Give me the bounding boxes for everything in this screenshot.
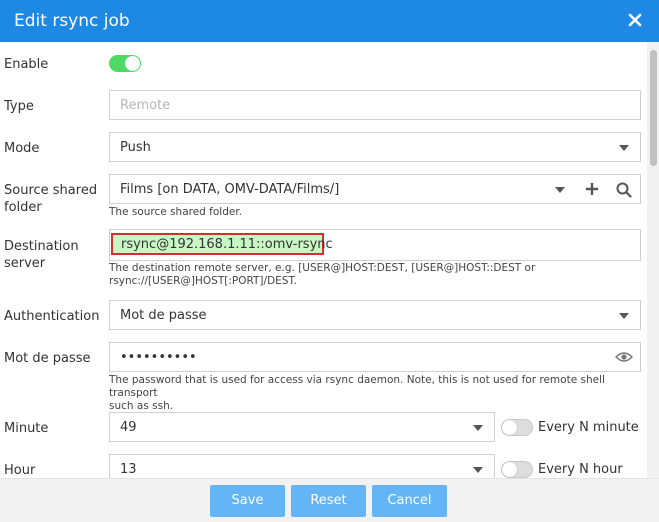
source-help: The source shared folder. xyxy=(109,206,243,218)
reset-button[interactable]: Reset xyxy=(291,485,366,517)
authentication-value: Mot de passe xyxy=(120,308,207,323)
authentication-select[interactable]: Mot de passe xyxy=(109,300,641,330)
every-n-hour-label: Every N hour xyxy=(538,462,623,477)
destination-value: rsync@192.168.1.11::omv-rsync xyxy=(121,237,333,252)
chevron-down-icon[interactable] xyxy=(619,313,629,319)
every-n-hour-toggle[interactable] xyxy=(501,461,533,478)
hour-label: Hour xyxy=(4,463,36,478)
toggle-knob xyxy=(502,462,517,477)
eye-icon[interactable] xyxy=(615,351,633,363)
destination-highlight: rsync@192.168.1.11::omv-rsync xyxy=(111,233,333,255)
enable-label: Enable xyxy=(4,57,49,72)
source-label: Source shared folder xyxy=(4,182,97,216)
dialog-footer: Save Reset Cancel xyxy=(0,478,659,522)
dialog-titlebar: Edit rsync job xyxy=(0,0,659,42)
password-input[interactable]: •••••••••• xyxy=(109,342,641,372)
source-label-line1: Source shared xyxy=(4,183,98,198)
search-icon[interactable] xyxy=(616,182,632,198)
destination-help-line2: rsync://[USER@]HOST[:PORT]/DEST. xyxy=(109,275,297,287)
toggle-knob xyxy=(502,420,517,435)
every-n-minute-label: Every N minute xyxy=(538,420,639,435)
destination-label-line2: server xyxy=(4,256,46,271)
mode-label: Mode xyxy=(4,141,40,156)
enable-toggle[interactable] xyxy=(109,55,141,72)
save-button[interactable]: Save xyxy=(210,485,285,517)
type-label: Type xyxy=(4,99,34,114)
destination-input[interactable]: rsync@192.168.1.11::omv-rsync xyxy=(109,229,641,261)
scrollbar[interactable] xyxy=(647,42,659,478)
chevron-down-icon[interactable] xyxy=(473,467,483,473)
source-value: Films [on DATA, OMV-DATA/Films/] xyxy=(120,182,340,197)
password-help-line1: The password that is used for access via… xyxy=(109,374,605,399)
dialog-title: Edit rsync job xyxy=(14,11,130,31)
password-help: The password that is used for access via… xyxy=(109,374,644,413)
minute-select[interactable]: 49 xyxy=(109,412,495,442)
dialog-body: Enable Type Remote Mode Push Source shar… xyxy=(0,42,659,478)
mode-value: Push xyxy=(120,140,151,155)
source-select[interactable]: Films [on DATA, OMV-DATA/Films/] xyxy=(109,174,641,204)
plus-icon[interactable] xyxy=(585,182,599,196)
destination-help-line1: The destination remote server, e.g. [USE… xyxy=(109,262,536,274)
password-label: Mot de passe xyxy=(4,351,91,366)
mode-select[interactable]: Push xyxy=(109,132,641,162)
toggle-knob xyxy=(125,56,140,71)
close-icon[interactable] xyxy=(628,13,642,27)
destination-help: The destination remote server, e.g. [USE… xyxy=(109,262,644,288)
authentication-label: Authentication xyxy=(4,309,100,324)
destination-label-line1: Destination xyxy=(4,239,79,254)
chevron-down-icon[interactable] xyxy=(555,187,565,193)
source-label-line2: folder xyxy=(4,200,42,215)
minute-value: 49 xyxy=(120,420,137,435)
hour-value: 13 xyxy=(120,462,137,477)
cancel-button[interactable]: Cancel xyxy=(372,485,447,517)
destination-label: Destination server xyxy=(4,238,79,272)
type-field[interactable]: Remote xyxy=(109,90,641,120)
minute-label: Minute xyxy=(4,421,49,436)
type-placeholder: Remote xyxy=(120,98,171,113)
hour-select[interactable]: 13 xyxy=(109,454,495,478)
every-n-minute-toggle[interactable] xyxy=(501,419,533,436)
chevron-down-icon[interactable] xyxy=(619,145,629,151)
chevron-down-icon[interactable] xyxy=(473,425,483,431)
password-value: •••••••••• xyxy=(120,350,197,365)
scrollbar-thumb[interactable] xyxy=(650,50,657,166)
password-help-line2: such as ssh. xyxy=(109,400,174,412)
